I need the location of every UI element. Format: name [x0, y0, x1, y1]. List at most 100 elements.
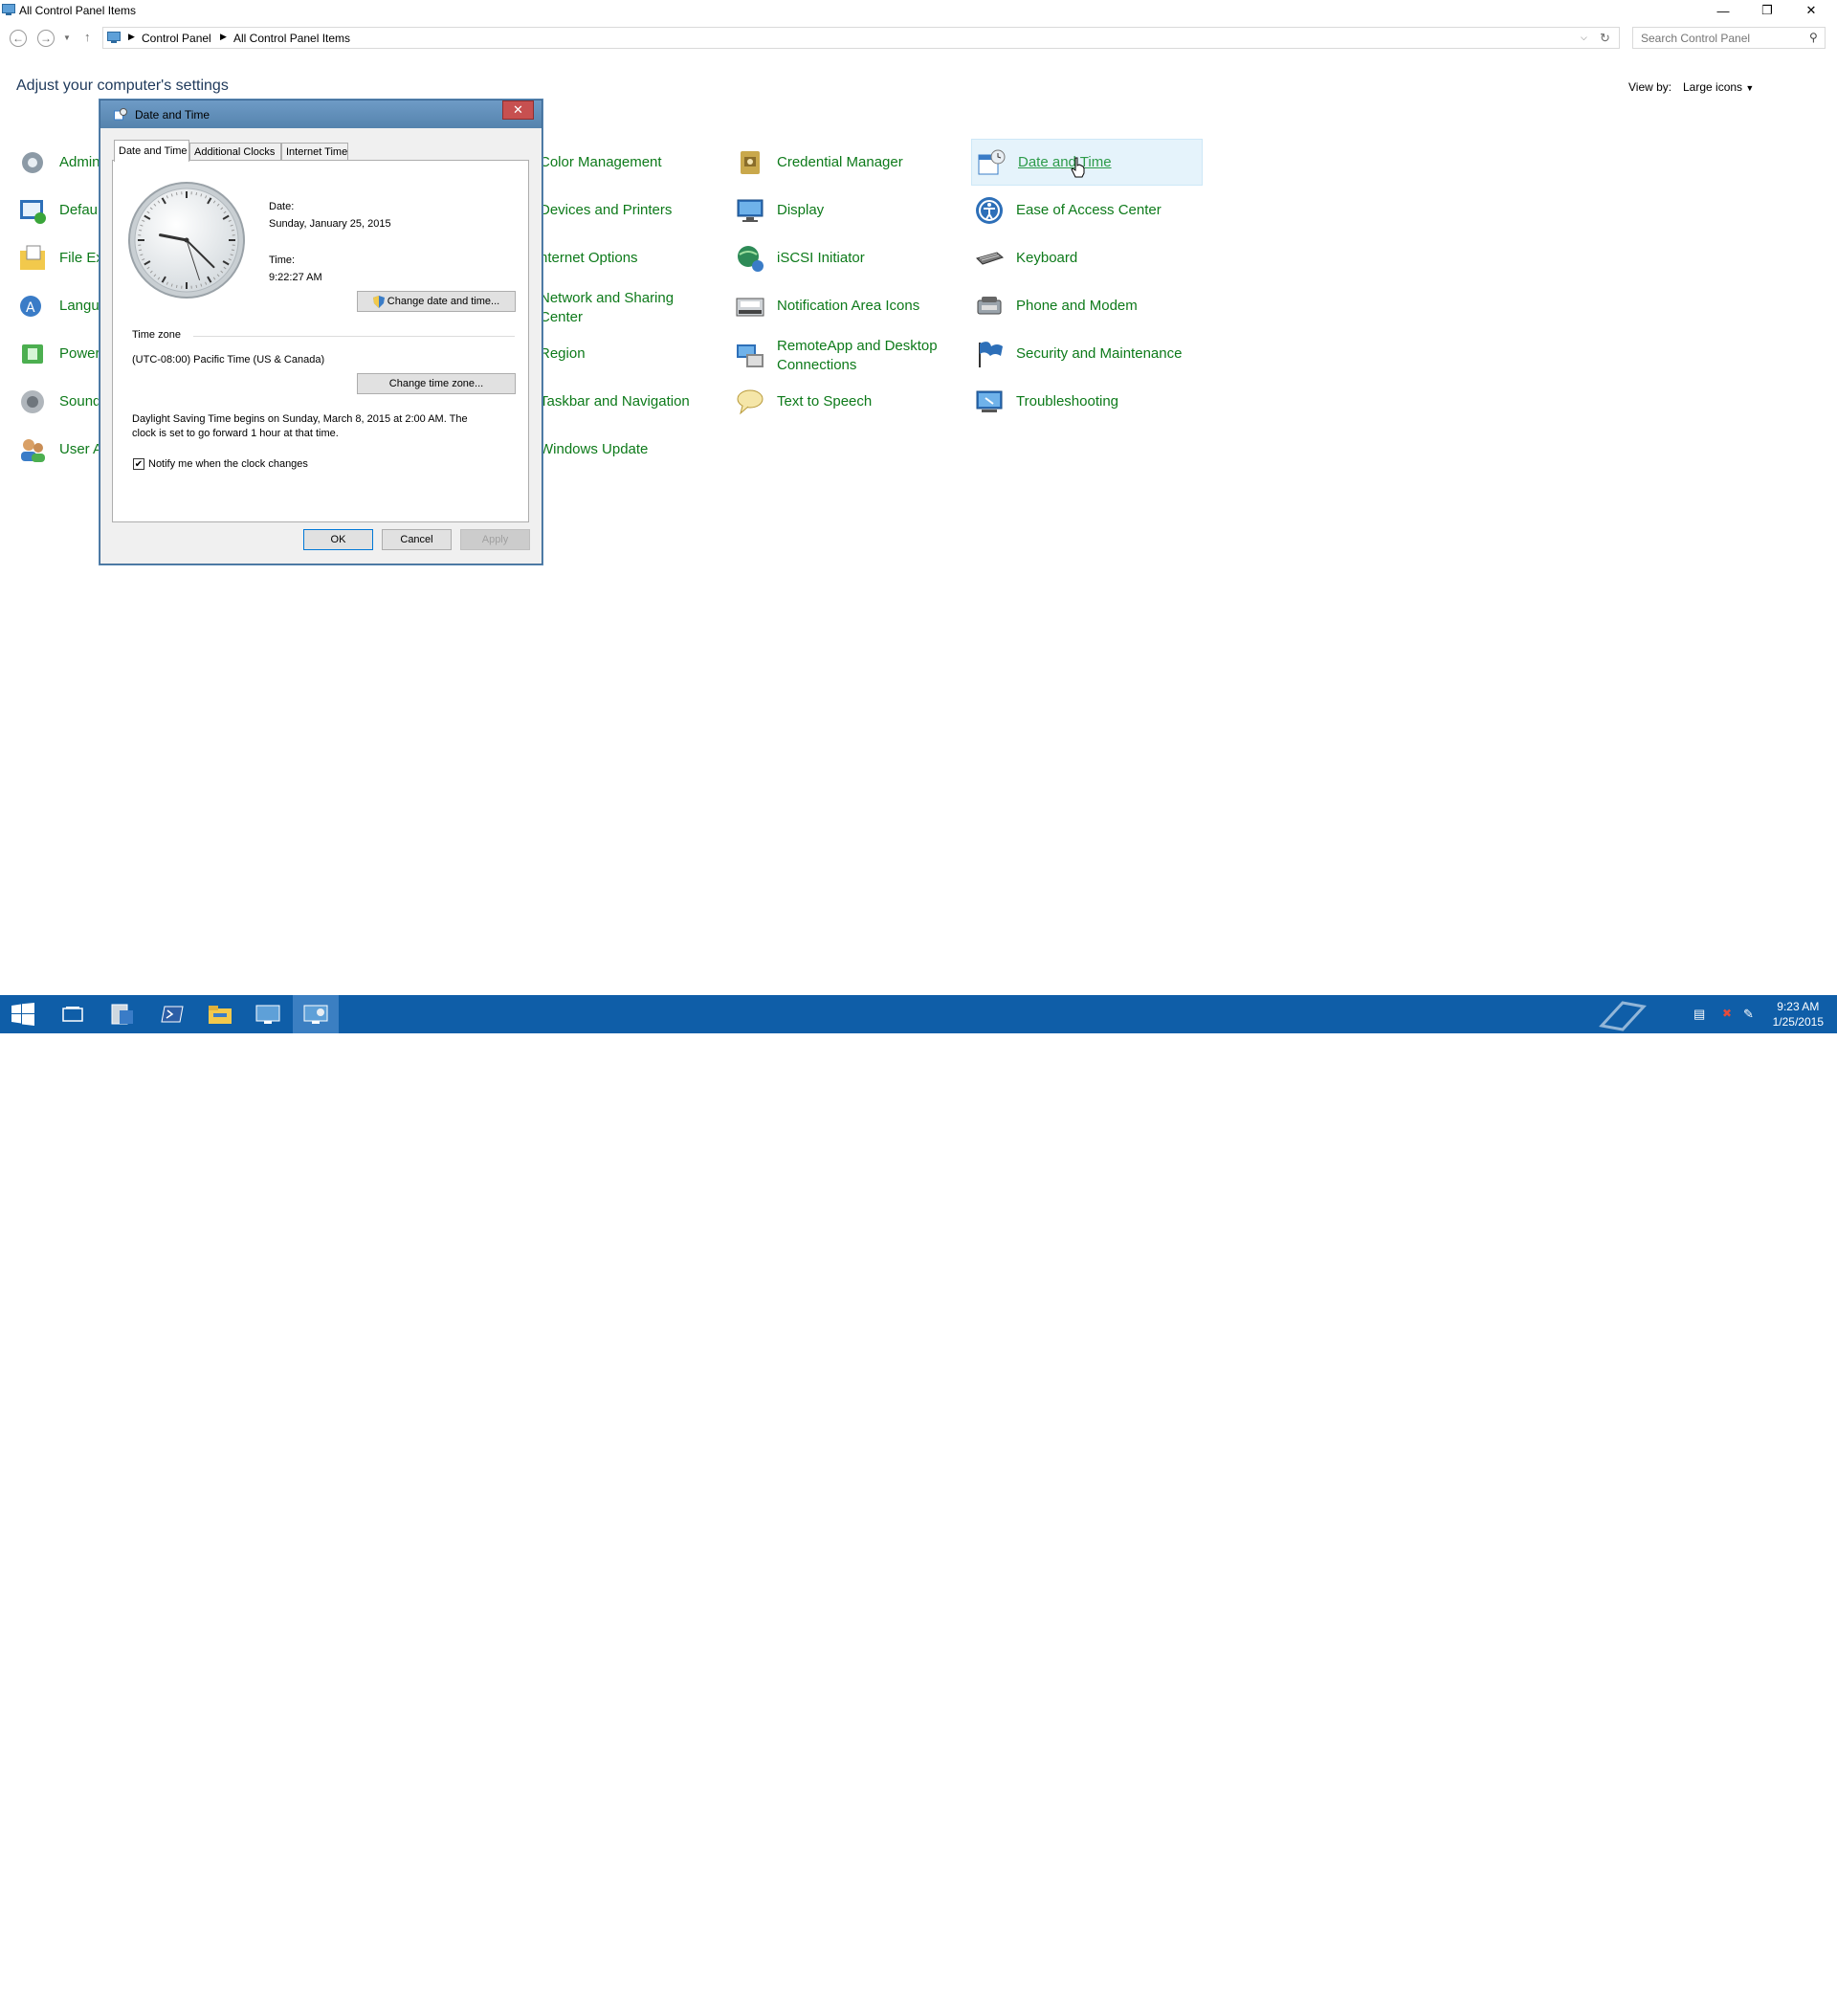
- cp-item-label: Devices and Printers: [540, 201, 672, 220]
- cp-item-label: Date and Time: [1018, 153, 1112, 172]
- tab-internet-time[interactable]: Internet Time: [281, 143, 348, 161]
- close-window-button[interactable]: ✕: [1789, 0, 1833, 21]
- time-label: Time:: [269, 255, 295, 266]
- action-center-alert-icon[interactable]: ✖: [1722, 1007, 1732, 1020]
- cp-item-label: Credential Manager: [777, 153, 903, 172]
- change-date-time-button[interactable]: Change date and time...: [357, 291, 516, 312]
- cp-item-sound[interactable]: Sound: [17, 381, 100, 423]
- cp-item-label: Admin: [59, 153, 100, 172]
- cp-item-security-and-maintenance[interactable]: Security and Maintenance: [974, 333, 1182, 375]
- clock-minute-tick: [139, 250, 142, 251]
- svg-text:A: A: [26, 300, 35, 316]
- clock-minute-tick: [232, 250, 234, 251]
- breadcrumb-arrow-icon[interactable]: ▶: [128, 32, 135, 42]
- notifications-icon[interactable]: ✎: [1743, 1007, 1754, 1022]
- windows-logo-icon: [11, 1003, 34, 1026]
- cp-item-troubleshooting[interactable]: Troubleshooting: [974, 381, 1118, 423]
- tab-additional-clocks[interactable]: Additional Clocks: [189, 143, 281, 161]
- change-date-time-label: Change date and time...: [387, 296, 499, 307]
- network-icon[interactable]: ▤: [1693, 1007, 1705, 1022]
- task-view-icon: [62, 1006, 83, 1023]
- file-explorer-icon: [208, 1004, 232, 1025]
- view-by-dropdown[interactable]: Large icons ▼: [1683, 80, 1754, 94]
- apply-button[interactable]: Apply: [460, 529, 530, 550]
- cp-item-label: Troubleshooting: [1016, 392, 1118, 411]
- window-titlebar: All Control Panel Items — ❐ ✕: [0, 0, 1837, 21]
- cp-item-power-options[interactable]: Power: [17, 333, 100, 375]
- minimize-button[interactable]: —: [1701, 0, 1745, 21]
- start-button[interactable]: [0, 995, 46, 1033]
- cp-item-text-to-speech[interactable]: Text to Speech: [735, 381, 872, 423]
- tab-date-and-time[interactable]: Date and Time: [114, 140, 189, 162]
- cp-item-label: Notification Area Icons: [777, 297, 919, 316]
- ok-button[interactable]: OK: [303, 529, 373, 550]
- change-timezone-button[interactable]: Change time zone...: [357, 373, 516, 394]
- tray-clock[interactable]: 9:23 AM 1/25/2015: [1773, 999, 1824, 1030]
- task-view-button[interactable]: [50, 995, 96, 1033]
- cp-item-keyboard[interactable]: Keyboard: [974, 237, 1077, 279]
- ease-of-access-icon: [974, 195, 1005, 226]
- cp-item-credential-manager[interactable]: Credential Manager: [735, 142, 903, 184]
- cp-item-default-programs[interactable]: Defau: [17, 189, 98, 232]
- notification-area-icon: [735, 291, 765, 321]
- restore-button[interactable]: ❐: [1745, 0, 1789, 21]
- dialog-close-button[interactable]: ✕: [502, 100, 534, 120]
- address-dropdown-icon[interactable]: ⌵: [1581, 33, 1587, 43]
- cp-item-label: Security and Maintenance: [1016, 344, 1182, 364]
- cp-item-ease-of-access-center[interactable]: Ease of Access Center: [974, 189, 1162, 232]
- cp-item-remoteapp-desktop-connections[interactable]: RemoteApp and Desktop Connections: [735, 333, 955, 379]
- search-input[interactable]: [1639, 31, 1805, 46]
- taskbar-server-manager[interactable]: [100, 995, 145, 1033]
- refresh-icon[interactable]: ↻: [1600, 31, 1610, 46]
- dialog-titlebar[interactable]: Date and Time ✕: [100, 100, 542, 128]
- cp-item-display[interactable]: Display: [735, 189, 824, 232]
- language-icon: A: [17, 291, 48, 321]
- up-button[interactable]: ↑: [84, 30, 91, 44]
- breadcrumb-arrow-icon[interactable]: ▶: [220, 32, 227, 42]
- taskbar-control-panel-2[interactable]: [245, 995, 291, 1033]
- page-heading: Adjust your computer's settings: [16, 78, 229, 95]
- cp-item-label: Phone and Modem: [1016, 297, 1138, 316]
- cp-item-file-explorer-options[interactable]: File Ex: [17, 237, 103, 279]
- iscsi-initiator-icon: [735, 243, 765, 274]
- cp-item-user-accounts[interactable]: User A: [17, 429, 102, 471]
- taskbar-control-panel[interactable]: [293, 995, 339, 1033]
- cp-item-label: Keyboard: [1016, 249, 1077, 268]
- server-manager-icon: [110, 1003, 135, 1026]
- cp-item-administrative-tools[interactable]: Admin: [17, 142, 100, 184]
- taskbar-powershell[interactable]: [149, 995, 195, 1033]
- notify-checkbox[interactable]: ✔: [133, 458, 144, 470]
- breadcrumb-control-panel[interactable]: Control Panel: [142, 32, 211, 45]
- divider: [193, 336, 515, 337]
- cp-item-label: Display: [777, 201, 824, 220]
- window-title: All Control Panel Items: [19, 4, 136, 17]
- cp-item-phone-and-modem[interactable]: Phone and Modem: [974, 285, 1138, 327]
- cp-item-label: Region: [540, 344, 586, 364]
- date-value: Sunday, January 25, 2015: [269, 218, 391, 230]
- dst-info-line-2: clock is set to go forward 1 hour at tha…: [132, 428, 339, 439]
- cp-item-notification-area-icons[interactable]: Notification Area Icons: [735, 285, 919, 327]
- cp-item-language[interactable]: A Langu: [17, 285, 100, 327]
- forward-button[interactable]: →: [37, 30, 55, 47]
- back-button[interactable]: ←: [10, 30, 27, 47]
- tray-date: 1/25/2015: [1773, 1014, 1824, 1030]
- troubleshooting-icon: [974, 387, 1005, 417]
- date-label: Date:: [269, 201, 294, 212]
- clock-minute-tick: [139, 230, 142, 231]
- search-box[interactable]: ⚲: [1632, 27, 1826, 49]
- search-icon[interactable]: ⚲: [1809, 31, 1818, 44]
- cp-item-label: Network and Sharing Center: [540, 289, 698, 327]
- cp-item-date-and-time[interactable]: Date and Time: [971, 139, 1203, 186]
- breadcrumb-all-items[interactable]: All Control Panel Items: [233, 32, 350, 45]
- keyboard-icon: [974, 243, 1005, 274]
- cp-item-iscsi-initiator[interactable]: iSCSI Initiator: [735, 237, 865, 279]
- cancel-button[interactable]: Cancel: [382, 529, 452, 550]
- address-bar[interactable]: ▶ Control Panel ▶ All Control Panel Item…: [102, 27, 1620, 49]
- taskbar-file-explorer[interactable]: [197, 995, 243, 1033]
- remoteapp-icon: [735, 341, 765, 371]
- cp-item-label: RemoteApp and Desktop Connections: [777, 337, 955, 375]
- recent-locations-dropdown-icon[interactable]: ▼: [63, 33, 71, 42]
- credential-manager-icon: [735, 147, 765, 178]
- dialog-title: Date and Time: [135, 108, 210, 122]
- sound-icon: [17, 387, 48, 417]
